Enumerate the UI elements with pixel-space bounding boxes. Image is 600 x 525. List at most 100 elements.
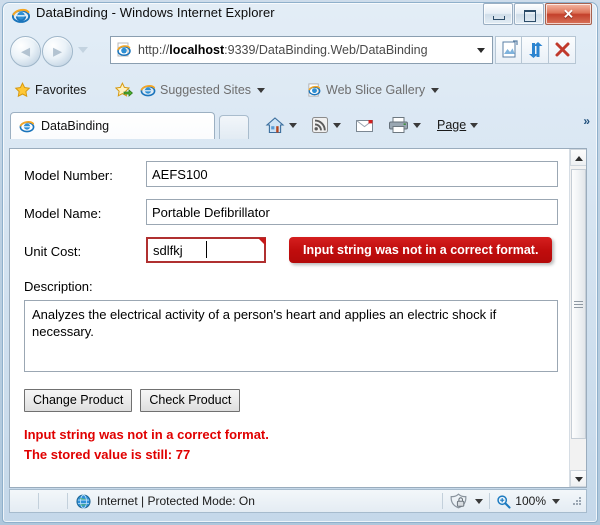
zoom-control[interactable]: 100% xyxy=(490,494,566,509)
window-title: DataBinding - Windows Internet Explorer xyxy=(36,5,275,20)
printer-icon xyxy=(389,117,408,133)
print-chevron-down-icon xyxy=(413,122,421,128)
read-mail-button[interactable] xyxy=(352,113,377,137)
stop-button[interactable] xyxy=(549,36,576,64)
close-icon: ✕ xyxy=(563,6,574,22)
content-vertical-scrollbar[interactable] xyxy=(569,149,586,487)
text-cursor-caret xyxy=(206,241,207,258)
compatibility-view-button[interactable] xyxy=(495,36,522,64)
web-slice-gallery-label: Web Slice Gallery xyxy=(326,83,426,97)
favorites-label: Favorites xyxy=(35,83,87,97)
home-button[interactable] xyxy=(262,113,300,137)
scrollbar-thumb[interactable] xyxy=(571,169,586,439)
recent-pages-chevron-down-icon[interactable] xyxy=(78,47,88,53)
address-tools xyxy=(495,36,576,64)
address-dropdown-chevron-down-icon[interactable] xyxy=(469,37,492,63)
ie-browser-window: DataBinding - Windows Internet Explorer … xyxy=(0,0,600,525)
window-controls: ✕ xyxy=(482,3,592,25)
error-message-line-2: The stored value is still: 77 xyxy=(24,447,191,462)
page-menu-label: Page xyxy=(437,118,467,132)
description-textarea[interactable]: Analyzes the electrical activity of a pe… xyxy=(24,300,558,372)
description-label: Description: xyxy=(24,279,93,294)
refresh-icon xyxy=(529,42,543,58)
command-bar: Page xyxy=(262,112,481,138)
command-bar-overflow-button[interactable]: » xyxy=(583,114,590,128)
page-favicon-icon xyxy=(117,42,131,57)
page-menu-chevron-down-icon xyxy=(470,122,479,128)
resize-grip-icon[interactable] xyxy=(570,494,584,508)
validation-error-tooltip: Input string was not in a correct format… xyxy=(289,237,553,263)
globe-icon xyxy=(76,493,91,509)
model-number-label: Model Number: xyxy=(24,168,113,183)
print-button[interactable] xyxy=(385,113,424,137)
page-content-area: Model Number: Model Name: Unit Cost: Inp… xyxy=(9,148,587,488)
compatibility-view-icon xyxy=(502,40,518,58)
tab-databinding[interactable]: DataBinding xyxy=(10,112,215,139)
protected-mode-chevron-down-icon xyxy=(475,498,484,504)
back-arrow-icon: ◄ xyxy=(18,43,33,60)
navigation-bar: ◄ ► http://localhost:9339/DataBinding.We… xyxy=(0,31,596,71)
model-number-input[interactable] xyxy=(146,161,558,187)
security-zone-indicator[interactable]: Internet | Protected Mode: On xyxy=(68,490,263,512)
minimize-button[interactable] xyxy=(483,3,513,25)
close-button[interactable]: ✕ xyxy=(545,3,592,25)
shield-lock-icon xyxy=(450,493,467,509)
model-name-input[interactable] xyxy=(146,199,558,225)
check-product-button[interactable]: Check Product xyxy=(140,389,241,412)
internet-explorer-small-icon xyxy=(140,85,156,97)
model-number-row: Model Number: xyxy=(24,161,568,199)
status-bar: Internet | Protected Mode: On 100% xyxy=(9,489,587,513)
minimize-icon xyxy=(493,16,505,20)
suggested-sites-chevron-down-icon xyxy=(257,87,266,93)
status-right-group: 100% xyxy=(442,490,586,512)
internet-explorer-icon xyxy=(12,8,30,23)
star-add-icon xyxy=(115,82,133,97)
back-button[interactable]: ◄ xyxy=(10,36,41,67)
maximize-button[interactable] xyxy=(514,3,544,25)
new-tab-button[interactable] xyxy=(219,115,249,139)
status-divider-1 xyxy=(38,493,39,509)
zoom-magnifier-icon xyxy=(497,494,511,509)
suggested-sites-label: Suggested Sites xyxy=(160,83,252,97)
page-menu-button[interactable]: Page xyxy=(434,113,481,137)
mail-icon xyxy=(356,119,373,132)
refresh-button[interactable] xyxy=(522,36,549,64)
validation-error-adorner-icon xyxy=(258,238,266,246)
web-slice-gallery-chevron-down-icon xyxy=(431,87,440,93)
add-to-favorites-bar-button[interactable] xyxy=(115,80,133,100)
favorites-button[interactable]: Favorites xyxy=(14,80,86,100)
error-message-line-1: Input string was not in a correct format… xyxy=(24,427,269,442)
security-zone-text: Internet | Protected Mode: On xyxy=(97,494,255,508)
stop-x-icon xyxy=(555,42,570,57)
unit-cost-label: Unit Cost: xyxy=(24,244,82,259)
address-url-text: http://localhost:9339/DataBinding.Web/Da… xyxy=(138,43,428,57)
scroll-down-arrow-icon xyxy=(574,476,583,482)
model-name-label: Model Name: xyxy=(24,206,102,221)
address-bar[interactable]: http://localhost:9339/DataBinding.Web/Da… xyxy=(110,36,493,64)
forward-button[interactable]: ► xyxy=(42,36,73,67)
web-slice-icon xyxy=(308,83,321,97)
title-bar[interactable]: DataBinding - Windows Internet Explorer … xyxy=(0,0,596,30)
change-product-button[interactable]: Change Product xyxy=(24,389,133,412)
favorites-bar: Favorites Suggested Sites Web Slice Gall… xyxy=(0,75,596,174)
feeds-chevron-down-icon xyxy=(333,122,341,128)
tab-favicon-icon xyxy=(19,121,35,133)
suggested-sites-button[interactable]: Suggested Sites xyxy=(140,80,266,100)
scroll-down-button[interactable] xyxy=(570,470,586,487)
scroll-up-arrow-icon xyxy=(574,155,583,161)
zoom-chevron-down-icon xyxy=(552,498,560,504)
model-name-row: Model Name: xyxy=(24,199,568,237)
action-buttons: Change Product Check Product xyxy=(24,389,568,412)
feeds-button[interactable] xyxy=(308,113,344,137)
maximize-icon xyxy=(524,10,536,22)
scrollbar-grip-icon xyxy=(574,300,583,308)
zoom-level-text: 100% xyxy=(515,494,546,508)
rss-feed-icon xyxy=(312,117,328,133)
scroll-up-button[interactable] xyxy=(570,149,586,166)
web-slice-gallery-button[interactable]: Web Slice Gallery xyxy=(307,80,440,100)
home-icon xyxy=(265,116,285,133)
forward-arrow-icon: ► xyxy=(50,43,65,60)
star-icon xyxy=(14,82,31,98)
tab-label: DataBinding xyxy=(41,119,110,133)
protected-mode-button[interactable] xyxy=(443,493,489,509)
